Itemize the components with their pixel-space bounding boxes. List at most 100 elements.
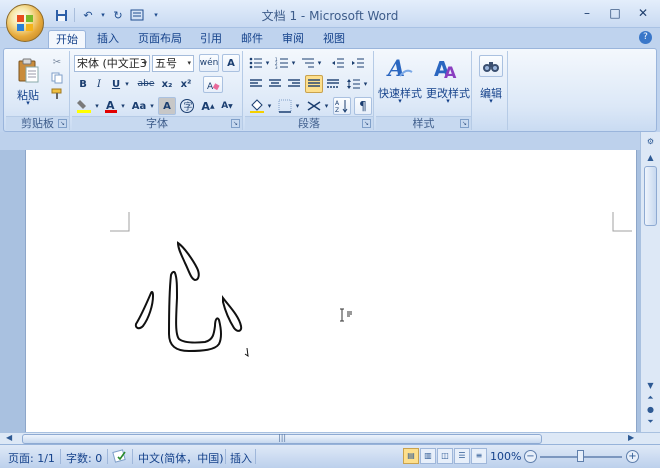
- bullets-button[interactable]: [248, 55, 264, 71]
- font-color-dropdown-icon[interactable]: ▾: [119, 97, 127, 115]
- underline-button[interactable]: U: [109, 76, 123, 92]
- select-browse-object-icon[interactable]: ●: [644, 404, 657, 416]
- clear-formatting-button[interactable]: A: [203, 76, 223, 93]
- superscript-button[interactable]: x²: [178, 76, 194, 92]
- increase-indent-button[interactable]: [350, 55, 366, 71]
- web-layout-icon[interactable]: ◫: [437, 448, 453, 464]
- draft-view-icon[interactable]: ≡: [471, 448, 487, 464]
- font-launcher-icon[interactable]: ↘: [231, 119, 240, 128]
- char-shading-button[interactable]: A: [158, 97, 176, 115]
- show-formatting-button[interactable]: ¶: [354, 97, 372, 115]
- next-page-icon[interactable]: ⏷: [644, 416, 657, 428]
- bullets-dropdown-icon[interactable]: ▾: [264, 55, 271, 71]
- strikethrough-button[interactable]: abe: [136, 76, 156, 92]
- previous-page-icon[interactable]: ⏶: [644, 392, 657, 404]
- outline-view-icon[interactable]: ☰: [454, 448, 470, 464]
- view-ruler-icon[interactable]: ⚙: [644, 136, 657, 148]
- scroll-right-icon[interactable]: ▶: [628, 433, 634, 442]
- minimize-button[interactable]: –: [574, 3, 600, 23]
- distributed-button[interactable]: [325, 76, 341, 92]
- full-screen-reading-icon[interactable]: ▥: [420, 448, 436, 464]
- decrease-indent-button[interactable]: [330, 55, 346, 71]
- editing-button[interactable]: [479, 55, 503, 77]
- highlight-dropdown-icon[interactable]: ▾: [93, 97, 101, 115]
- line-spacing-button[interactable]: [346, 76, 362, 92]
- print-layout-view-icon[interactable]: ▤: [403, 448, 419, 464]
- phonetic-guide-button[interactable]: wén: [199, 54, 219, 72]
- line-spacing-dropdown-icon[interactable]: ▾: [362, 76, 369, 92]
- sort-button[interactable]: AZ: [333, 97, 351, 115]
- align-left-button[interactable]: [248, 76, 264, 92]
- underline-dropdown-icon[interactable]: ▾: [123, 76, 131, 92]
- proofing-icon[interactable]: [112, 448, 128, 467]
- clipboard-launcher-icon[interactable]: ↘: [58, 119, 67, 128]
- close-button[interactable]: ✕: [630, 3, 656, 23]
- quick-styles-button[interactable]: A: [386, 54, 414, 82]
- editing-dropdown-icon[interactable]: ▾: [474, 97, 508, 105]
- zoom-out-icon[interactable]: −: [524, 450, 537, 463]
- font-color-button[interactable]: A: [103, 97, 119, 115]
- font-size-select[interactable]: 五号 ▾: [152, 55, 194, 72]
- styles-launcher-icon[interactable]: ↘: [460, 119, 469, 128]
- shrink-font-button[interactable]: A ▼: [218, 97, 236, 115]
- borders-button[interactable]: [276, 97, 294, 115]
- copy-icon[interactable]: [50, 71, 64, 85]
- bold-button[interactable]: B: [76, 76, 90, 92]
- horizontal-scrollbar[interactable]: ◀ ||| ▶: [0, 432, 660, 444]
- tab-references[interactable]: 引用: [193, 30, 229, 48]
- cut-icon[interactable]: ✂: [50, 55, 64, 69]
- paste-button[interactable]: [14, 55, 42, 87]
- chinese-layout-button[interactable]: [305, 97, 323, 115]
- tab-review[interactable]: 审阅: [275, 30, 311, 48]
- numbering-button[interactable]: 123: [274, 55, 290, 71]
- tab-view[interactable]: 视图: [316, 30, 352, 48]
- scroll-up-icon[interactable]: ▲: [644, 152, 657, 164]
- help-icon[interactable]: ?: [639, 31, 652, 44]
- chinese-layout-dropdown-icon[interactable]: ▾: [323, 97, 330, 115]
- zoom-slider-thumb[interactable]: [577, 450, 584, 462]
- shading-dropdown-icon[interactable]: ▾: [266, 97, 273, 115]
- char-border-button[interactable]: A: [222, 54, 240, 72]
- shading-button[interactable]: [248, 97, 266, 115]
- change-case-button[interactable]: Aa: [130, 97, 148, 115]
- format-painter-icon[interactable]: [50, 87, 64, 101]
- paste-dropdown-icon[interactable]: ▾: [14, 99, 42, 107]
- vertical-scrollbar[interactable]: ⚙ ▲ ▼ ⏶ ● ⏷: [640, 132, 660, 432]
- font-name-select[interactable]: 宋体 (中文正3 ▾: [74, 55, 150, 72]
- document-page[interactable]: [25, 150, 637, 432]
- tab-insert[interactable]: 插入: [90, 30, 126, 48]
- tab-page-layout[interactable]: 页面布局: [131, 30, 189, 48]
- status-separator: [60, 449, 61, 464]
- page-count[interactable]: 页面: 1/1: [8, 450, 55, 466]
- tab-home[interactable]: 开始: [48, 30, 86, 48]
- enclose-chars-button[interactable]: 字: [178, 97, 196, 115]
- scroll-down-icon[interactable]: ▼: [644, 380, 657, 392]
- maximize-button[interactable]: □: [602, 3, 628, 23]
- office-button[interactable]: [6, 4, 44, 42]
- change-styles-dropdown-icon[interactable]: ▾: [424, 97, 472, 105]
- text-highlight-button[interactable]: [75, 97, 93, 115]
- grow-font-button[interactable]: A ▲: [199, 97, 217, 115]
- quick-styles-dropdown-icon[interactable]: ▾: [376, 97, 424, 105]
- change-styles-button[interactable]: AA: [432, 54, 460, 82]
- justify-button[interactable]: [305, 75, 323, 93]
- borders-dropdown-icon[interactable]: ▾: [294, 97, 301, 115]
- align-center-button[interactable]: [267, 76, 283, 92]
- paragraph-launcher-icon[interactable]: ↘: [362, 119, 371, 128]
- italic-button[interactable]: I: [92, 76, 106, 92]
- horizontal-scroll-thumb[interactable]: |||: [22, 433, 542, 444]
- subscript-button[interactable]: x₂: [159, 76, 175, 92]
- language-indicator[interactable]: 中文(简体，中国): [138, 450, 224, 466]
- numbering-dropdown-icon[interactable]: ▾: [290, 55, 297, 71]
- tab-mailings[interactable]: 邮件: [234, 30, 270, 48]
- word-count[interactable]: 字数: 0: [66, 450, 102, 466]
- scroll-left-icon[interactable]: ◀: [6, 433, 12, 442]
- vertical-scroll-thumb[interactable]: [644, 166, 657, 226]
- zoom-in-icon[interactable]: +: [626, 450, 639, 463]
- change-case-dropdown-icon[interactable]: ▾: [148, 97, 156, 115]
- multilevel-dropdown-icon[interactable]: ▾: [316, 55, 323, 71]
- multilevel-list-button[interactable]: [300, 55, 316, 71]
- align-right-button[interactable]: [286, 76, 302, 92]
- insert-mode[interactable]: 插入: [230, 450, 252, 466]
- zoom-level[interactable]: 100%: [490, 450, 521, 463]
